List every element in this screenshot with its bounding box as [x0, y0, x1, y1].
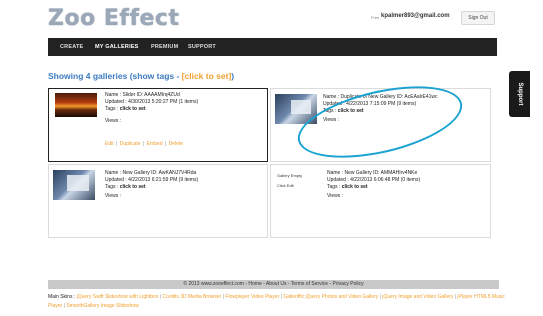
gallery-empty-text: Gallery Empty: [277, 173, 303, 178]
support-tab-label: Support: [516, 82, 523, 106]
footer-copyright: © 2013 www.zooeffect.com - Home - About …: [183, 281, 364, 287]
gallery-updated: Updated : 4/22/2013 6:21:59 PM (9 items): [105, 177, 199, 183]
main-skins-list: Main Skins : jQuery Swift Slideshow with…: [48, 293, 508, 311]
skin-link[interactable]: Flowplayer Video Player: [225, 294, 279, 300]
link-separator: |: [141, 141, 146, 147]
main-skins-label: Main Skins :: [48, 294, 77, 300]
footer-bar: © 2013 www.zooeffect.com - Home - About …: [48, 280, 499, 289]
gallery-actions: Edit | Duplicate | Embed | Delete: [105, 141, 183, 147]
tags-label: Tags :: [105, 106, 120, 112]
tags-label: Tags :: [105, 184, 120, 190]
skin-link[interactable]: jQuery Image and Video Gallery: [382, 294, 453, 300]
support-tab[interactable]: Support: [509, 71, 530, 117]
nav-create[interactable]: CREATE: [60, 38, 83, 56]
edit-link[interactable]: Edit: [105, 141, 114, 147]
zoo-effect-logo[interactable]: Zoo Effect: [48, 6, 180, 31]
gallery-meta: Name : New Gallery ID: AMMAHIrv4NKe Upda…: [327, 170, 420, 200]
show-tags-link[interactable]: [click to set]: [182, 71, 232, 81]
skin-link[interactable]: Coolitis 3D Media Browser: [162, 294, 221, 300]
sign-out-button[interactable]: Sign Out: [461, 11, 495, 25]
thumbnail-window-graphic: [67, 175, 89, 191]
gallery-views: Views :: [105, 193, 122, 199]
gallery-name: Name : Slider ID: AAAAMIrq4ZUd: [105, 92, 180, 98]
thumbnail-window-graphic: [291, 100, 311, 114]
heading-text: Showing 4 galleries (show tags -: [48, 71, 182, 81]
user-email: kpalmer893@gmail.com: [381, 13, 450, 19]
gallery-card-new-1[interactable]: Name : New Gallery ID: AwKANJ7V4Rda Upda…: [48, 164, 268, 238]
skin-link[interactable]: SmoothGallery Image Slideshow: [66, 303, 139, 309]
free-label: Free: [371, 15, 380, 20]
main-nav-bar: CREATE MY GALLERIES PREMIUM SUPPORT: [48, 38, 497, 56]
duplicate-link[interactable]: Duplicate: [120, 141, 141, 147]
heading-close: ): [231, 71, 235, 81]
gallery-thumbnail[interactable]: [55, 93, 97, 117]
nav-my-galleries[interactable]: MY GALLERIES: [95, 38, 139, 56]
gallery-tags: Tags : click to set: [105, 106, 198, 113]
gallery-meta: Name : Slider ID: AAAAMIrq4ZUd Updated :…: [105, 92, 198, 125]
nav-premium[interactable]: PREMIUM: [151, 38, 178, 56]
nav-support[interactable]: SUPPORT: [188, 38, 216, 56]
tags-click-to-set[interactable]: click to set: [120, 106, 146, 112]
gallery-tags: Tags : click to set: [105, 184, 198, 191]
tags-click-to-set[interactable]: click to set: [342, 184, 368, 190]
delete-link[interactable]: Delete: [169, 141, 183, 147]
gallery-updated: Updated : 4/22/2013 6:06:48 PM (0 items): [327, 177, 421, 183]
gallery-views: Views :: [105, 118, 122, 124]
gallery-thumbnail[interactable]: [53, 170, 95, 200]
gallery-card-new-empty[interactable]: Gallery Empty Click Edit Name : New Gall…: [270, 164, 491, 238]
gallery-updated: Updated : 4/30/2013 5:20:27 PM (1 items): [105, 99, 199, 105]
link-separator: |: [163, 141, 168, 147]
click-edit-text[interactable]: Click Edit: [277, 182, 302, 189]
gallery-meta: Name : New Gallery ID: AwKANJ7V4Rda Upda…: [105, 170, 198, 200]
gallery-tags: Tags : click to set: [327, 184, 420, 191]
gallery-name: Name : New Gallery ID: AwKANJ7V4Rda: [105, 170, 197, 176]
gallery-card-slider[interactable]: Name : Slider ID: AAAAMIrq4ZUd Updated :…: [48, 88, 268, 162]
skin-link[interactable]: Galleriffic jQuery Photos and Video Gall…: [283, 294, 378, 300]
embed-link[interactable]: Embed: [147, 141, 163, 147]
skin-link[interactable]: jQuery Swift Slideshow with Lightbox: [77, 294, 159, 300]
galleries-heading: Showing 4 galleries (show tags - [click …: [48, 71, 234, 81]
gallery-views: Views :: [327, 193, 344, 199]
tags-click-to-set[interactable]: click to set: [120, 184, 146, 190]
tags-label: Tags :: [327, 184, 342, 190]
link-separator: |: [114, 141, 119, 147]
gallery-name: Name : New Gallery ID: AMMAHIrv4NKe: [327, 170, 418, 176]
gallery-empty-label: Gallery Empty Click Edit: [277, 172, 302, 189]
